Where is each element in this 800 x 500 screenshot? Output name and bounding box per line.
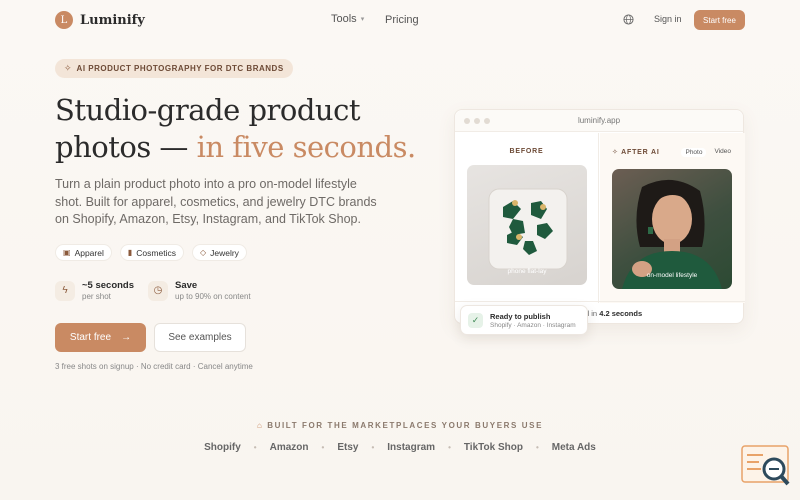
before-label: BEFORE xyxy=(509,148,544,155)
after-tabs: Photo Video xyxy=(681,148,731,157)
signup-fineprint: 3 free shots on signup · No credit card … xyxy=(55,362,253,371)
headline-line-2: photos — in five seconds. xyxy=(55,129,416,166)
gem-icon: ◇ xyxy=(199,248,207,257)
sparkle-icon: ✧ xyxy=(612,149,622,156)
headline-line-1: Studio-grade product xyxy=(55,93,360,127)
earrings-flatlay-image xyxy=(488,188,568,270)
start-free-label: Start free xyxy=(69,332,112,343)
store-icon: ⌂ xyxy=(256,421,268,430)
globe-icon[interactable] xyxy=(623,14,634,25)
window-url: luminify.app xyxy=(577,116,621,125)
toast-sub: Shopify · Amazon · Instagram xyxy=(490,321,576,329)
after-photo: on-model lifestyle xyxy=(612,169,732,289)
assistant-search-icon[interactable] xyxy=(741,445,791,487)
category-chips: ▣ Apparel ▮ Cosmetics ◇ Jewelry xyxy=(55,244,247,261)
after-pane: ✧ AFTER AI Photo Video on-model lifestyl… xyxy=(600,133,745,303)
bolt-icon: ϟ xyxy=(55,280,75,301)
tab-video[interactable]: Video xyxy=(714,148,731,157)
brand-logo[interactable]: L Luminify xyxy=(55,11,145,29)
chevron-down-icon: ▾ xyxy=(360,16,365,23)
check-icon: ✓ xyxy=(468,312,483,328)
nav-tools-label: Tools xyxy=(331,13,357,25)
clock-icon: ◷ xyxy=(148,280,169,301)
stat-savings: ◷ Save up to 90% on content xyxy=(148,280,251,301)
start-free-button[interactable]: Start free → xyxy=(55,323,146,352)
window-titlebar: luminify.app xyxy=(455,110,743,132)
separator-dot: • xyxy=(371,443,375,452)
sign-in-link[interactable]: Sign in xyxy=(654,14,682,24)
marketplace-amazon: Amazon xyxy=(269,442,309,453)
chip-apparel[interactable]: ▣ Apparel xyxy=(55,244,112,261)
hero-subcopy: Turn a plain product photo into a pro on… xyxy=(55,177,377,226)
nav-tools-menu[interactable]: Tools ▾ xyxy=(331,13,364,25)
after-label: ✧ AFTER AI xyxy=(612,148,660,156)
stat-sub: up to 90% on content xyxy=(175,292,251,301)
marketplace-instagram: Instagram xyxy=(387,442,436,453)
chip-cosmetics[interactable]: ▮ Cosmetics xyxy=(119,244,184,261)
stat-speed: ϟ ~5 seconds per shot xyxy=(55,280,134,301)
hero-badge: ✧ AI PRODUCT PHOTOGRAPHY FOR DTC BRANDS xyxy=(55,59,293,78)
marketplace-meta-ads: Meta Ads xyxy=(551,442,596,453)
before-caption: phone flat-lay xyxy=(507,268,547,275)
render-time-value: 4.2 seconds xyxy=(599,309,643,318)
marketplace-etsy: Etsy xyxy=(337,442,359,453)
lipstick-icon: ▮ xyxy=(127,248,133,257)
after-caption: on-model lifestyle xyxy=(646,272,698,279)
hero-stats: ϟ ~5 seconds per shot ◷ Save up to 90% o… xyxy=(55,280,251,301)
chip-label: Cosmetics xyxy=(136,247,176,258)
stat-sub: per shot xyxy=(82,292,111,301)
separator-dot: • xyxy=(253,443,257,452)
marketplaces-title-text: BUILT FOR THE MARKETPLACES YOUR BUYERS U… xyxy=(267,421,544,430)
shirt-icon: ▣ xyxy=(63,248,71,257)
ready-toast: ✓ Ready to publish Shopify · Amazon · In… xyxy=(460,305,588,335)
toast-title: Ready to publish xyxy=(490,311,551,321)
logo-mark-icon: L xyxy=(55,11,73,29)
tab-photo[interactable]: Photo xyxy=(681,148,707,157)
stat-main: Save xyxy=(175,280,198,291)
marketplace-shopify: Shopify xyxy=(204,442,241,453)
stat-main: ~5 seconds xyxy=(82,280,135,291)
chip-jewelry[interactable]: ◇ Jewelry xyxy=(191,244,247,261)
start-free-nav-button[interactable]: Start free xyxy=(694,10,745,30)
before-pane: BEFORE phone flat-lay xyxy=(455,133,599,303)
see-examples-button[interactable]: See examples xyxy=(154,323,246,352)
sparkle-icon: ✧ xyxy=(64,63,72,73)
headline-plain: photos — xyxy=(55,130,197,164)
separator-dot: • xyxy=(321,443,325,452)
render-time: d in 4.2 seconds xyxy=(585,309,642,318)
before-photo: phone flat-lay xyxy=(467,165,587,285)
marketplaces-row: Shopify • Amazon • Etsy • Instagram • Ti… xyxy=(0,442,800,453)
chip-label: Jewelry xyxy=(210,247,239,258)
preview-window: luminify.app BEFORE phone flat-lay ✧ AFT… xyxy=(454,109,745,324)
headline-accent: in five seconds. xyxy=(196,130,417,164)
top-nav: L Luminify Tools ▾ Pricing Sign in Start… xyxy=(0,0,800,40)
separator-dot: • xyxy=(535,443,539,452)
hero-headline: Studio-grade product photos — in five se… xyxy=(55,92,416,166)
separator-dot: • xyxy=(448,443,451,452)
marketplace-tiktok-shop: TikTok Shop xyxy=(463,442,523,453)
after-label-text: AFTER AI xyxy=(621,149,660,156)
marketplaces-title: ⌂ BUILT FOR THE MARKETPLACES YOUR BUYERS… xyxy=(0,421,800,430)
arrow-right-icon: → xyxy=(121,332,132,343)
nav-pricing-link[interactable]: Pricing xyxy=(385,14,419,26)
model-portrait-image xyxy=(622,179,722,289)
chip-label: Apparel xyxy=(74,247,104,258)
hero-badge-text: AI PRODUCT PHOTOGRAPHY FOR DTC BRANDS xyxy=(76,64,284,73)
brand-name: Luminify xyxy=(80,12,145,28)
